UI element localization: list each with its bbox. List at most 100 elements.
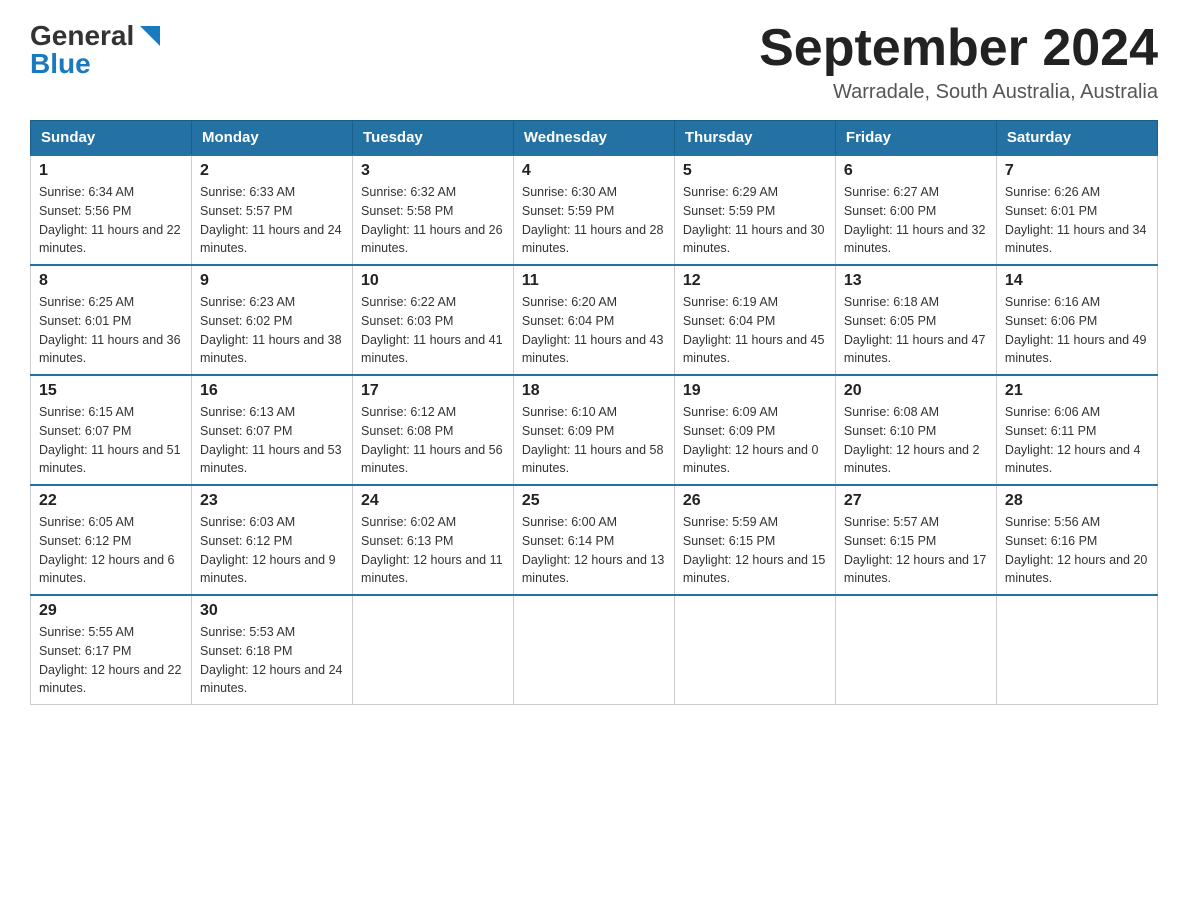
- day-info: Sunrise: 6:19 AM Sunset: 6:04 PM Dayligh…: [683, 293, 827, 368]
- day-info: Sunrise: 6:00 AM Sunset: 6:14 PM Dayligh…: [522, 513, 666, 588]
- day-cell: 27 Sunrise: 5:57 AM Sunset: 6:15 PM Dayl…: [835, 485, 996, 595]
- day-info: Sunrise: 6:32 AM Sunset: 5:58 PM Dayligh…: [361, 183, 505, 258]
- day-info: Sunrise: 6:29 AM Sunset: 5:59 PM Dayligh…: [683, 183, 827, 258]
- day-info: Sunrise: 6:20 AM Sunset: 6:04 PM Dayligh…: [522, 293, 666, 368]
- day-cell: 15 Sunrise: 6:15 AM Sunset: 6:07 PM Dayl…: [31, 375, 192, 485]
- header-tuesday: Tuesday: [353, 121, 514, 156]
- week-row-1: 1 Sunrise: 6:34 AM Sunset: 5:56 PM Dayli…: [31, 155, 1158, 265]
- day-info: Sunrise: 6:12 AM Sunset: 6:08 PM Dayligh…: [361, 403, 505, 478]
- day-number: 4: [522, 162, 666, 180]
- day-cell: 11 Sunrise: 6:20 AM Sunset: 6:04 PM Dayl…: [513, 265, 674, 375]
- week-row-2: 8 Sunrise: 6:25 AM Sunset: 6:01 PM Dayli…: [31, 265, 1158, 375]
- day-cell: 22 Sunrise: 6:05 AM Sunset: 6:12 PM Dayl…: [31, 485, 192, 595]
- day-cell: 29 Sunrise: 5:55 AM Sunset: 6:17 PM Dayl…: [31, 595, 192, 705]
- day-cell: [513, 595, 674, 705]
- header: General Blue September 2024 Warradale, S…: [30, 20, 1158, 104]
- day-number: 3: [361, 162, 505, 180]
- day-info: Sunrise: 6:16 AM Sunset: 6:06 PM Dayligh…: [1005, 293, 1149, 368]
- day-info: Sunrise: 6:26 AM Sunset: 6:01 PM Dayligh…: [1005, 183, 1149, 258]
- day-info: Sunrise: 6:30 AM Sunset: 5:59 PM Dayligh…: [522, 183, 666, 258]
- day-number: 14: [1005, 272, 1149, 290]
- day-number: 15: [39, 382, 183, 400]
- day-number: 11: [522, 272, 666, 290]
- day-number: 1: [39, 162, 183, 180]
- day-number: 7: [1005, 162, 1149, 180]
- day-info: Sunrise: 6:10 AM Sunset: 6:09 PM Dayligh…: [522, 403, 666, 478]
- day-number: 20: [844, 382, 988, 400]
- day-info: Sunrise: 6:13 AM Sunset: 6:07 PM Dayligh…: [200, 403, 344, 478]
- day-info: Sunrise: 6:34 AM Sunset: 5:56 PM Dayligh…: [39, 183, 183, 258]
- day-number: 28: [1005, 492, 1149, 510]
- day-number: 8: [39, 272, 183, 290]
- calendar-subtitle: Warradale, South Australia, Australia: [759, 81, 1158, 104]
- day-number: 27: [844, 492, 988, 510]
- day-cell: 23 Sunrise: 6:03 AM Sunset: 6:12 PM Dayl…: [192, 485, 353, 595]
- day-number: 10: [361, 272, 505, 290]
- week-row-3: 15 Sunrise: 6:15 AM Sunset: 6:07 PM Dayl…: [31, 375, 1158, 485]
- day-info: Sunrise: 6:09 AM Sunset: 6:09 PM Dayligh…: [683, 403, 827, 478]
- day-info: Sunrise: 6:27 AM Sunset: 6:00 PM Dayligh…: [844, 183, 988, 258]
- week-row-5: 29 Sunrise: 5:55 AM Sunset: 6:17 PM Dayl…: [31, 595, 1158, 705]
- day-cell: 13 Sunrise: 6:18 AM Sunset: 6:05 PM Dayl…: [835, 265, 996, 375]
- day-info: Sunrise: 5:59 AM Sunset: 6:15 PM Dayligh…: [683, 513, 827, 588]
- day-cell: 14 Sunrise: 6:16 AM Sunset: 6:06 PM Dayl…: [996, 265, 1157, 375]
- day-cell: 20 Sunrise: 6:08 AM Sunset: 6:10 PM Dayl…: [835, 375, 996, 485]
- day-number: 9: [200, 272, 344, 290]
- day-cell: [353, 595, 514, 705]
- day-cell: [996, 595, 1157, 705]
- day-number: 25: [522, 492, 666, 510]
- day-info: Sunrise: 6:22 AM Sunset: 6:03 PM Dayligh…: [361, 293, 505, 368]
- day-number: 6: [844, 162, 988, 180]
- header-sunday: Sunday: [31, 121, 192, 156]
- day-cell: 25 Sunrise: 6:00 AM Sunset: 6:14 PM Dayl…: [513, 485, 674, 595]
- calendar-title: September 2024: [759, 20, 1158, 77]
- day-cell: 19 Sunrise: 6:09 AM Sunset: 6:09 PM Dayl…: [674, 375, 835, 485]
- day-cell: 5 Sunrise: 6:29 AM Sunset: 5:59 PM Dayli…: [674, 155, 835, 265]
- day-cell: 2 Sunrise: 6:33 AM Sunset: 5:57 PM Dayli…: [192, 155, 353, 265]
- day-number: 26: [683, 492, 827, 510]
- day-cell: 6 Sunrise: 6:27 AM Sunset: 6:00 PM Dayli…: [835, 155, 996, 265]
- day-info: Sunrise: 6:23 AM Sunset: 6:02 PM Dayligh…: [200, 293, 344, 368]
- day-number: 24: [361, 492, 505, 510]
- logo: General Blue: [30, 20, 164, 80]
- day-number: 5: [683, 162, 827, 180]
- day-number: 16: [200, 382, 344, 400]
- day-cell: 18 Sunrise: 6:10 AM Sunset: 6:09 PM Dayl…: [513, 375, 674, 485]
- day-info: Sunrise: 6:02 AM Sunset: 6:13 PM Dayligh…: [361, 513, 505, 588]
- day-number: 21: [1005, 382, 1149, 400]
- day-cell: 10 Sunrise: 6:22 AM Sunset: 6:03 PM Dayl…: [353, 265, 514, 375]
- day-cell: 4 Sunrise: 6:30 AM Sunset: 5:59 PM Dayli…: [513, 155, 674, 265]
- day-number: 12: [683, 272, 827, 290]
- day-number: 18: [522, 382, 666, 400]
- day-number: 22: [39, 492, 183, 510]
- day-cell: 30 Sunrise: 5:53 AM Sunset: 6:18 PM Dayl…: [192, 595, 353, 705]
- day-cell: [674, 595, 835, 705]
- day-cell: 9 Sunrise: 6:23 AM Sunset: 6:02 PM Dayli…: [192, 265, 353, 375]
- day-cell: 21 Sunrise: 6:06 AM Sunset: 6:11 PM Dayl…: [996, 375, 1157, 485]
- day-info: Sunrise: 6:33 AM Sunset: 5:57 PM Dayligh…: [200, 183, 344, 258]
- day-info: Sunrise: 6:15 AM Sunset: 6:07 PM Dayligh…: [39, 403, 183, 478]
- header-monday: Monday: [192, 121, 353, 156]
- day-info: Sunrise: 5:53 AM Sunset: 6:18 PM Dayligh…: [200, 623, 344, 698]
- day-number: 13: [844, 272, 988, 290]
- day-number: 2: [200, 162, 344, 180]
- title-area: September 2024 Warradale, South Australi…: [759, 20, 1158, 104]
- day-cell: 1 Sunrise: 6:34 AM Sunset: 5:56 PM Dayli…: [31, 155, 192, 265]
- day-info: Sunrise: 6:18 AM Sunset: 6:05 PM Dayligh…: [844, 293, 988, 368]
- calendar-table: SundayMondayTuesdayWednesdayThursdayFrid…: [30, 120, 1158, 705]
- header-wednesday: Wednesday: [513, 121, 674, 156]
- header-friday: Friday: [835, 121, 996, 156]
- day-number: 23: [200, 492, 344, 510]
- day-cell: [835, 595, 996, 705]
- header-thursday: Thursday: [674, 121, 835, 156]
- day-number: 30: [200, 602, 344, 620]
- day-info: Sunrise: 6:05 AM Sunset: 6:12 PM Dayligh…: [39, 513, 183, 588]
- day-info: Sunrise: 5:55 AM Sunset: 6:17 PM Dayligh…: [39, 623, 183, 698]
- day-number: 29: [39, 602, 183, 620]
- header-row: SundayMondayTuesdayWednesdayThursdayFrid…: [31, 121, 1158, 156]
- day-cell: 3 Sunrise: 6:32 AM Sunset: 5:58 PM Dayli…: [353, 155, 514, 265]
- day-cell: 17 Sunrise: 6:12 AM Sunset: 6:08 PM Dayl…: [353, 375, 514, 485]
- header-saturday: Saturday: [996, 121, 1157, 156]
- day-cell: 8 Sunrise: 6:25 AM Sunset: 6:01 PM Dayli…: [31, 265, 192, 375]
- day-info: Sunrise: 5:56 AM Sunset: 6:16 PM Dayligh…: [1005, 513, 1149, 588]
